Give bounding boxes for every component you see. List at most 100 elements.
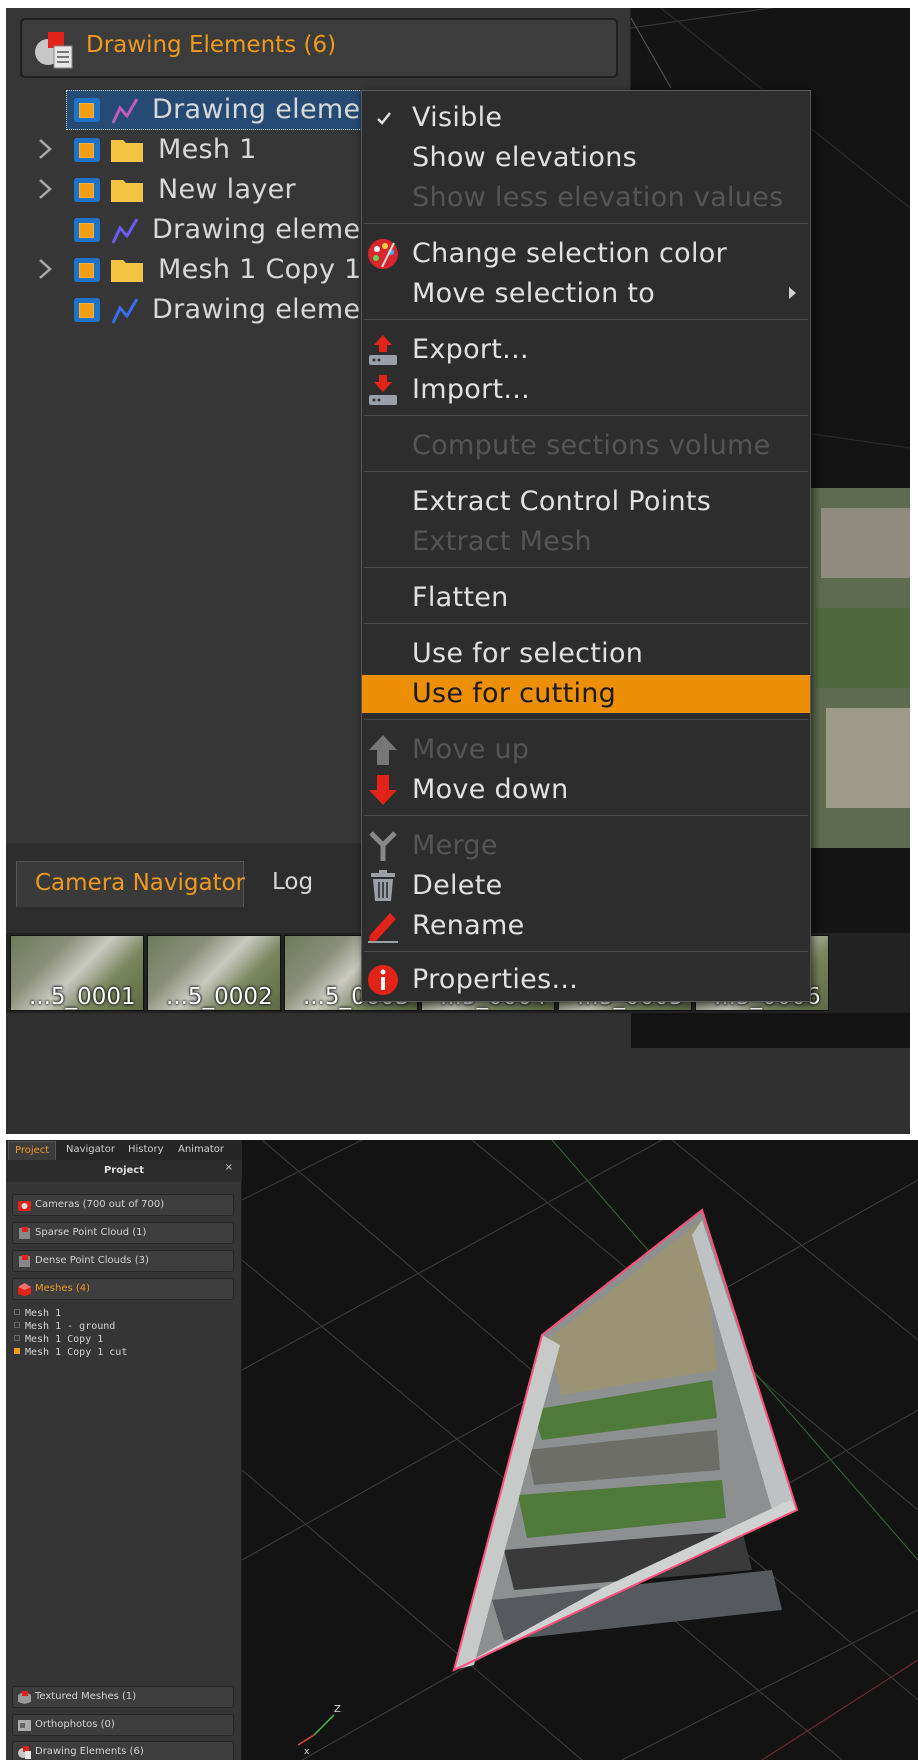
mesh-checkbox[interactable]	[14, 1348, 20, 1354]
folder-icon	[111, 140, 143, 162]
section-label: Drawing Elements (6)	[35, 1746, 144, 1757]
scene: Z x	[242, 1140, 918, 1760]
section-sparse-point-cloud[interactable]: Sparse Point Cloud (1)	[12, 1222, 234, 1244]
polyline-icon	[111, 98, 139, 124]
menu-item-label: Compute sections volume	[412, 430, 771, 461]
menu-item-label: Import...	[412, 374, 531, 405]
mesh-list-item[interactable]: Mesh 1	[14, 1308, 61, 1319]
zoomed-screenshot: Drawing Elements (6) Drawing element Mes…	[6, 8, 910, 1134]
panel-title: Project	[6, 1160, 242, 1182]
camera-icon	[18, 1201, 31, 1211]
panel-tabs: Project Navigator History Animator	[6, 1140, 242, 1160]
menu-item-delete[interactable]: Delete	[362, 867, 810, 905]
menu-separator	[364, 815, 808, 816]
mesh-checkbox[interactable]	[14, 1335, 20, 1341]
export-icon	[369, 335, 397, 365]
section-drawing-elements[interactable]: Drawing Elements (6)	[12, 1741, 234, 1760]
visibility-checkbox[interactable]	[74, 138, 100, 162]
menu-item-visible[interactable]: Visible	[362, 99, 810, 137]
menu-item-show-less-elevation-values: Show less elevation values	[362, 179, 810, 217]
viewport-3d[interactable]: Z x	[242, 1140, 918, 1760]
grid-axis-red	[761, 1659, 918, 1760]
close-icon[interactable]: ×	[225, 1162, 233, 1173]
tree-item-label: Drawing element	[152, 214, 389, 245]
menu-item-label: Delete	[412, 870, 503, 901]
tab-history[interactable]: History	[122, 1141, 170, 1160]
drawing-elements-icon	[18, 1746, 31, 1759]
menu-item-label: Extract Control Points	[412, 486, 712, 517]
submenu-arrow-icon	[789, 287, 796, 299]
dense-cloud-icon	[19, 1255, 30, 1267]
chevron-right-icon[interactable]	[34, 176, 56, 202]
menu-item-change-selection-color[interactable]: Change selection color	[362, 235, 810, 273]
menu-item-label: Move up	[412, 734, 530, 765]
menu-item-label: Flatten	[412, 582, 509, 613]
menu-item-label: Show elevations	[412, 142, 637, 173]
menu-item-label: Move down	[412, 774, 569, 805]
tab-animator[interactable]: Animator	[172, 1141, 230, 1160]
mesh-list-item[interactable]: Mesh 1 Copy 1	[14, 1334, 103, 1345]
context-menu: Visible Show elevations Show less elevat…	[361, 90, 811, 1002]
visibility-checkbox[interactable]	[74, 218, 100, 242]
textured-mesh-icon	[18, 1691, 31, 1704]
mesh-icon	[18, 1283, 31, 1296]
menu-item-label: Move selection to	[412, 278, 656, 309]
camera-thumbnail[interactable]: ...5_0001	[10, 935, 144, 1011]
menu-item-label: Export...	[412, 334, 529, 365]
thumbnail-label: ...5_0001	[29, 984, 136, 1010]
menu-item-merge: Merge	[362, 827, 810, 865]
mesh-list-item[interactable]: Mesh 1 - ground	[14, 1321, 115, 1332]
tree-item-label: Mesh 1 Copy 1	[158, 254, 362, 285]
section-orthophotos[interactable]: Orthophotos (0)	[12, 1714, 234, 1736]
tab-camera-navigator[interactable]: Camera Navigator	[16, 861, 245, 907]
tab-navigator[interactable]: Navigator	[60, 1141, 121, 1160]
chevron-right-icon[interactable]	[34, 256, 56, 282]
menu-item-label: Use for cutting	[412, 678, 617, 709]
menu-separator	[364, 719, 808, 720]
info-icon	[368, 965, 398, 995]
menu-item-export[interactable]: Export...	[362, 331, 810, 369]
section-cameras[interactable]: Cameras (700 out of 700)	[12, 1194, 234, 1216]
drawing-elements-header[interactable]: Drawing Elements (6)	[20, 18, 618, 78]
menu-item-show-elevations[interactable]: Show elevations	[362, 139, 810, 177]
arrow-up-icon	[369, 735, 397, 765]
menu-item-import[interactable]: Import...	[362, 371, 810, 409]
menu-item-properties[interactable]: Properties...	[362, 961, 810, 999]
menu-item-rename[interactable]: Rename	[362, 907, 810, 945]
menu-separator	[364, 951, 808, 952]
tab-log[interactable]: Log	[254, 861, 331, 907]
drawing-elements-icon	[35, 32, 73, 69]
section-dense-point-clouds[interactable]: Dense Point Clouds (3)	[12, 1250, 234, 1272]
section-label: Meshes (4)	[35, 1283, 91, 1294]
chevron-right-icon[interactable]	[34, 136, 56, 162]
menu-item-label: Rename	[412, 910, 525, 941]
menu-item-label: Use for selection	[412, 638, 644, 669]
mesh-checkbox[interactable]	[14, 1309, 20, 1315]
menu-item-move-down[interactable]: Move down	[362, 771, 810, 809]
folder-icon	[111, 260, 143, 282]
section-textured-meshes[interactable]: Textured Meshes (1)	[12, 1686, 234, 1708]
tab-project[interactable]: Project	[8, 1141, 57, 1160]
visibility-checkbox[interactable]	[74, 98, 100, 122]
application-screenshot: Project Navigator History Animator Proje…	[6, 1140, 918, 1760]
trash-icon	[371, 870, 395, 901]
building-mesh	[454, 1210, 797, 1670]
menu-item-flatten[interactable]: Flatten	[362, 579, 810, 617]
menu-item-move-selection-to[interactable]: Move selection to	[362, 275, 810, 313]
camera-thumbnail[interactable]: ...5_0002	[147, 935, 281, 1011]
mesh-list-item[interactable]: Mesh 1 Copy 1 cut	[14, 1347, 127, 1358]
visibility-checkbox[interactable]	[74, 258, 100, 282]
menu-item-use-for-selection[interactable]: Use for selection	[362, 635, 810, 673]
menu-separator	[364, 319, 808, 320]
visibility-checkbox[interactable]	[74, 178, 100, 202]
menu-item-extract-control-points[interactable]: Extract Control Points	[362, 483, 810, 521]
section-meshes[interactable]: Meshes (4)	[12, 1278, 234, 1300]
visibility-checkbox[interactable]	[74, 298, 100, 322]
axis-label-x: x	[304, 1747, 310, 1757]
drawing-elements-title: Drawing Elements (6)	[86, 32, 337, 58]
mesh-label: Mesh 1 - ground	[25, 1321, 116, 1332]
menu-item-use-for-cutting[interactable]: Use for cutting	[362, 675, 810, 713]
mesh-checkbox[interactable]	[14, 1322, 20, 1328]
menu-separator	[364, 223, 808, 224]
section-label: Sparse Point Cloud (1)	[35, 1227, 147, 1238]
